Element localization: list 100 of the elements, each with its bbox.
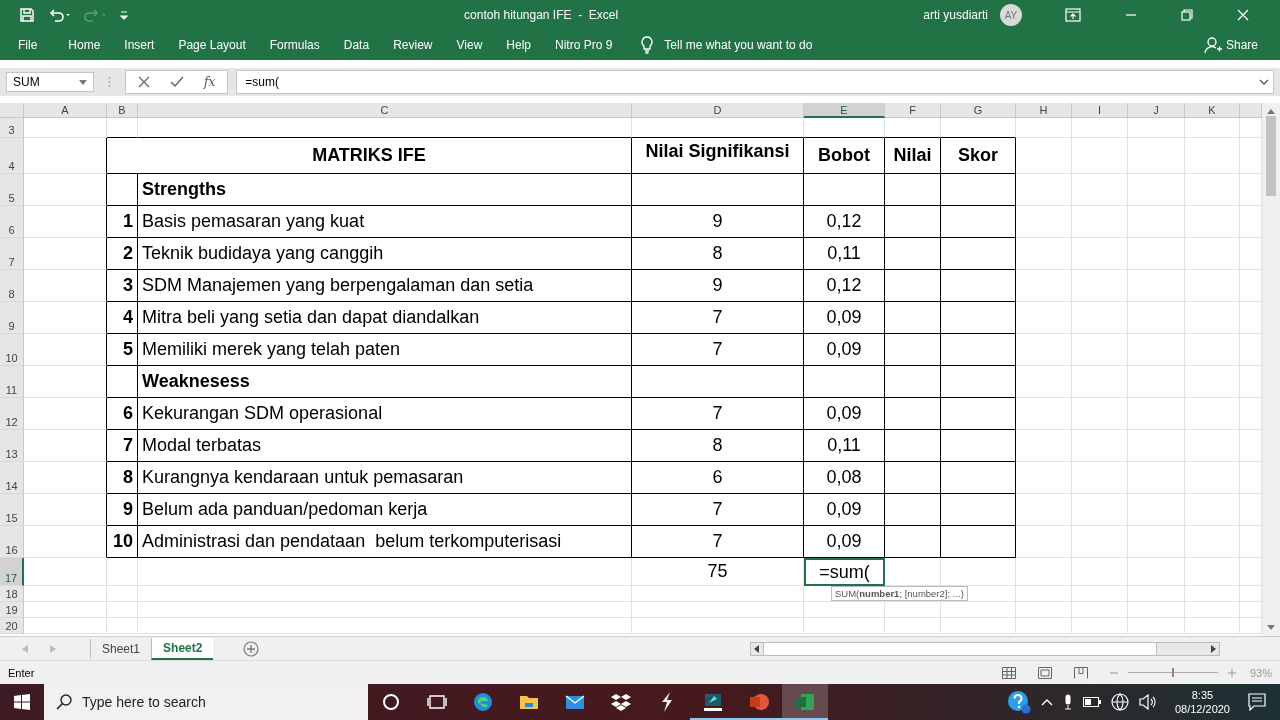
empty-cell	[1185, 430, 1240, 462]
tell-me-field[interactable]: Tell me what you want to do	[664, 38, 813, 52]
row-header[interactable]: 14	[0, 462, 24, 494]
box-icon[interactable]	[610, 691, 632, 713]
name-box[interactable]: SUM	[6, 72, 94, 92]
empty-cell	[1185, 334, 1240, 366]
speaker-icon[interactable]	[1138, 694, 1157, 710]
row-header[interactable]: 5	[0, 174, 24, 206]
share-button[interactable]: Share	[1203, 36, 1258, 54]
ribbon-tab[interactable]: Data	[343, 38, 370, 52]
globe-icon[interactable]	[1110, 693, 1129, 711]
table-cell: 8	[632, 430, 804, 462]
table-cell: Skor	[941, 138, 1016, 174]
table-cell: 2	[107, 238, 138, 270]
restore-icon[interactable]	[1181, 9, 1193, 21]
chevron-up-icon[interactable]	[1040, 698, 1053, 706]
column-header[interactable]: E	[804, 103, 885, 118]
table-cell: 8	[107, 462, 138, 494]
row-header[interactable]: 17	[0, 558, 24, 586]
notification-icon[interactable]	[1248, 693, 1266, 711]
row-header[interactable]: 4	[0, 138, 24, 174]
ribbon-tab[interactable]: Help	[506, 38, 531, 52]
empty-cell	[1016, 494, 1072, 526]
row-header[interactable]: 12	[0, 398, 24, 430]
undo-icon[interactable]	[47, 7, 71, 23]
normal-view-icon[interactable]	[1001, 666, 1016, 679]
row-header[interactable]: 3	[0, 118, 24, 138]
column-header[interactable]: C	[138, 103, 632, 118]
horizontal-scrollbar[interactable]	[750, 641, 1220, 656]
row-header[interactable]: 9	[0, 302, 24, 334]
row-header[interactable]: 10	[0, 334, 24, 366]
ribbon-tab[interactable]: Review	[393, 38, 433, 52]
row-header[interactable]: 11	[0, 366, 24, 398]
row-header[interactable]: 13	[0, 430, 24, 462]
column-header[interactable]: H	[1016, 103, 1072, 118]
add-sheet-icon[interactable]	[243, 640, 260, 657]
scroll-thumb[interactable]	[1266, 116, 1276, 196]
table-cell: 75	[632, 558, 804, 586]
browser-icon[interactable]	[472, 691, 494, 713]
scroll-left-icon[interactable]	[754, 644, 759, 653]
row-header[interactable]: 20	[0, 618, 24, 634]
column-header[interactable]: G	[941, 103, 1016, 118]
row-header[interactable]: 18	[0, 586, 24, 602]
column-header[interactable]: F	[885, 103, 941, 118]
microphone-icon[interactable]	[1062, 694, 1073, 710]
battery-icon[interactable]	[1082, 697, 1101, 707]
ribbon-tab[interactable]: View	[456, 38, 483, 52]
column-header[interactable]: A	[24, 103, 107, 118]
page-layout-view-icon[interactable]	[1037, 666, 1052, 679]
save-icon[interactable]	[19, 7, 35, 23]
row-header[interactable]: 16	[0, 526, 24, 558]
row-header[interactable]: 15	[0, 494, 24, 526]
column-header[interactable]: I	[1072, 103, 1128, 118]
scroll-down-icon[interactable]	[1267, 625, 1275, 630]
column-header[interactable]: B	[107, 103, 138, 118]
search-field[interactable]: Type here to search	[44, 684, 368, 720]
ribbon-tab[interactable]: Insert	[124, 38, 155, 52]
empty-cell	[1185, 302, 1240, 334]
table-cell: 0,09	[804, 494, 885, 526]
clock-button[interactable]: 8:35 08/12/2020	[1174, 688, 1230, 716]
row-header[interactable]: 19	[0, 602, 24, 618]
empty-cell	[1185, 586, 1240, 602]
ribbon-tab[interactable]: Formulas	[269, 38, 320, 52]
circle-icon[interactable]	[380, 691, 402, 713]
page-break-view-icon[interactable]	[1073, 666, 1088, 679]
slider-thumb[interactable]	[1171, 668, 1174, 677]
column-header[interactable]: K	[1185, 103, 1240, 118]
column-header[interactable]: D	[632, 103, 804, 118]
empty-cell	[1016, 462, 1072, 494]
ribbon-display-icon[interactable]	[1065, 8, 1081, 22]
windows-logo-icon[interactable]	[14, 694, 30, 710]
scroll-up-icon[interactable]	[1267, 109, 1275, 114]
row-header[interactable]: 7	[0, 238, 24, 270]
close-icon[interactable]	[1237, 9, 1249, 21]
empty-cell	[885, 302, 941, 334]
monitor-icon[interactable]	[702, 691, 724, 713]
help-icon[interactable]	[1006, 690, 1031, 714]
empty-cell	[1128, 118, 1185, 138]
scroll-thumb[interactable]	[763, 642, 1157, 655]
insert-function-button[interactable]: fx	[204, 75, 216, 89]
row-header[interactable]: 8	[0, 270, 24, 302]
column-header[interactable]: J	[1128, 103, 1185, 118]
customize-caret-icon[interactable]	[119, 9, 129, 21]
ribbon-tab[interactable]: File	[18, 38, 38, 52]
scroll-right-icon[interactable]	[1211, 644, 1216, 653]
checkmark-icon[interactable]	[170, 76, 184, 88]
spreadsheet-app-icon[interactable]	[794, 691, 816, 713]
ribbon-tab[interactable]: Page Layout	[178, 38, 246, 52]
row-header[interactable]: 6	[0, 206, 24, 238]
vertical-scrollbar[interactable]	[1262, 103, 1280, 636]
formula-field[interactable]: =sum(	[236, 70, 1274, 94]
presentation-app-icon[interactable]	[748, 691, 770, 713]
empty-cell	[1128, 270, 1185, 302]
empty-cell	[1016, 366, 1072, 398]
ribbon-tab[interactable]: Home	[68, 38, 101, 52]
ribbon-tab[interactable]: Nitro Pro 9	[555, 38, 613, 52]
cancel-icon[interactable]	[138, 76, 150, 88]
sheet-tab[interactable]: Sheet2	[151, 637, 214, 660]
empty-cell	[885, 398, 941, 430]
empty-cell	[1185, 366, 1240, 398]
